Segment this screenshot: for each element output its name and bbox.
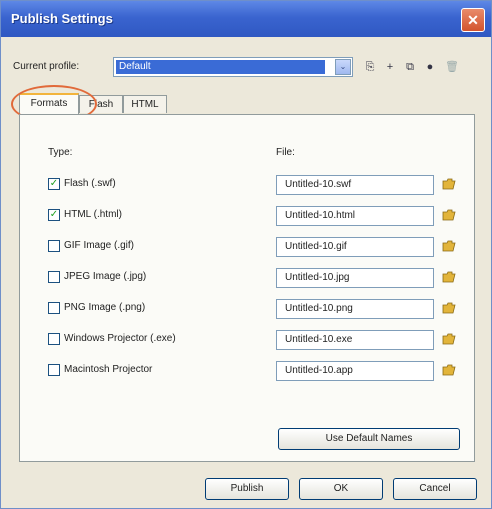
folder-icon[interactable]	[442, 270, 456, 284]
format-row: ✓ Flash (.swf) Untitled-10.swf	[20, 175, 476, 197]
format-label: JPEG Image (.jpg)	[64, 271, 147, 282]
format-label: PNG Image (.png)	[64, 302, 146, 313]
format-checkbox[interactable]	[48, 240, 60, 252]
profile-label: Current profile:	[13, 61, 80, 72]
format-row: PNG Image (.png) Untitled-10.png	[20, 299, 476, 321]
ok-button[interactable]: OK	[299, 478, 383, 500]
format-checkbox[interactable]: ✓	[48, 178, 60, 190]
cancel-button[interactable]: Cancel	[393, 478, 477, 500]
chevron-down-icon[interactable]: ⌄	[335, 59, 351, 75]
format-label: Flash (.swf)	[64, 178, 116, 189]
publish-settings-dialog: Publish Settings ✕ Current profile: Defa…	[0, 0, 492, 509]
format-row: GIF Image (.gif) Untitled-10.gif	[20, 237, 476, 259]
folder-icon[interactable]	[442, 363, 456, 377]
format-row: JPEG Image (.jpg) Untitled-10.jpg	[20, 268, 476, 290]
format-checkbox[interactable]	[48, 302, 60, 314]
profile-dropdown[interactable]: Default ⌄	[113, 57, 353, 77]
type-header: Type:	[48, 147, 73, 158]
file-name-field[interactable]: Untitled-10.exe	[276, 330, 434, 350]
delete-profile-icon[interactable]: 🗑	[443, 59, 461, 75]
profile-row: Current profile: Default ⌄ ⎘ + ⧉ ● 🗑	[13, 57, 483, 79]
tab-html[interactable]: HTML	[123, 95, 167, 113]
profile-value: Default	[116, 60, 325, 74]
format-checkbox[interactable]	[48, 364, 60, 376]
info-icon[interactable]: ●	[421, 59, 439, 75]
file-name-field[interactable]: Untitled-10.html	[276, 206, 434, 226]
file-name-field[interactable]: Untitled-10.swf	[276, 175, 434, 195]
file-header: File:	[276, 147, 295, 158]
format-label: Windows Projector (.exe)	[64, 333, 176, 344]
file-name-field[interactable]: Untitled-10.app	[276, 361, 434, 381]
file-name-field[interactable]: Untitled-10.jpg	[276, 268, 434, 288]
publish-button[interactable]: Publish	[205, 478, 289, 500]
folder-icon[interactable]	[442, 301, 456, 315]
use-default-names-button[interactable]: Use Default Names	[278, 428, 460, 450]
format-checkbox[interactable]	[48, 271, 60, 283]
add-profile-icon[interactable]: +	[381, 59, 399, 75]
folder-icon[interactable]	[442, 332, 456, 346]
format-row: ✓ HTML (.html) Untitled-10.html	[20, 206, 476, 228]
duplicate-profile-icon[interactable]: ⧉	[401, 59, 419, 75]
format-label: HTML (.html)	[64, 209, 122, 220]
dialog-title: Publish Settings	[11, 11, 113, 26]
format-label: GIF Image (.gif)	[64, 240, 135, 251]
format-row: Macintosh Projector Untitled-10.app	[20, 361, 476, 383]
format-checkbox[interactable]	[48, 333, 60, 345]
export-profile-icon[interactable]: ⎘	[361, 59, 379, 75]
format-checkbox[interactable]: ✓	[48, 209, 60, 221]
file-name-field[interactable]: Untitled-10.png	[276, 299, 434, 319]
folder-icon[interactable]	[442, 208, 456, 222]
formats-panel: Type: File: ✓ Flash (.swf) Untitled-10.swf…	[19, 114, 475, 462]
folder-icon[interactable]	[442, 177, 456, 191]
file-name-field[interactable]: Untitled-10.gif	[276, 237, 434, 257]
close-button[interactable]: ✕	[461, 8, 485, 32]
folder-icon[interactable]	[442, 239, 456, 253]
format-label: Macintosh Projector	[64, 364, 153, 375]
title-bar[interactable]: Publish Settings ✕	[1, 1, 491, 37]
format-row: Windows Projector (.exe) Untitled-10.exe	[20, 330, 476, 352]
